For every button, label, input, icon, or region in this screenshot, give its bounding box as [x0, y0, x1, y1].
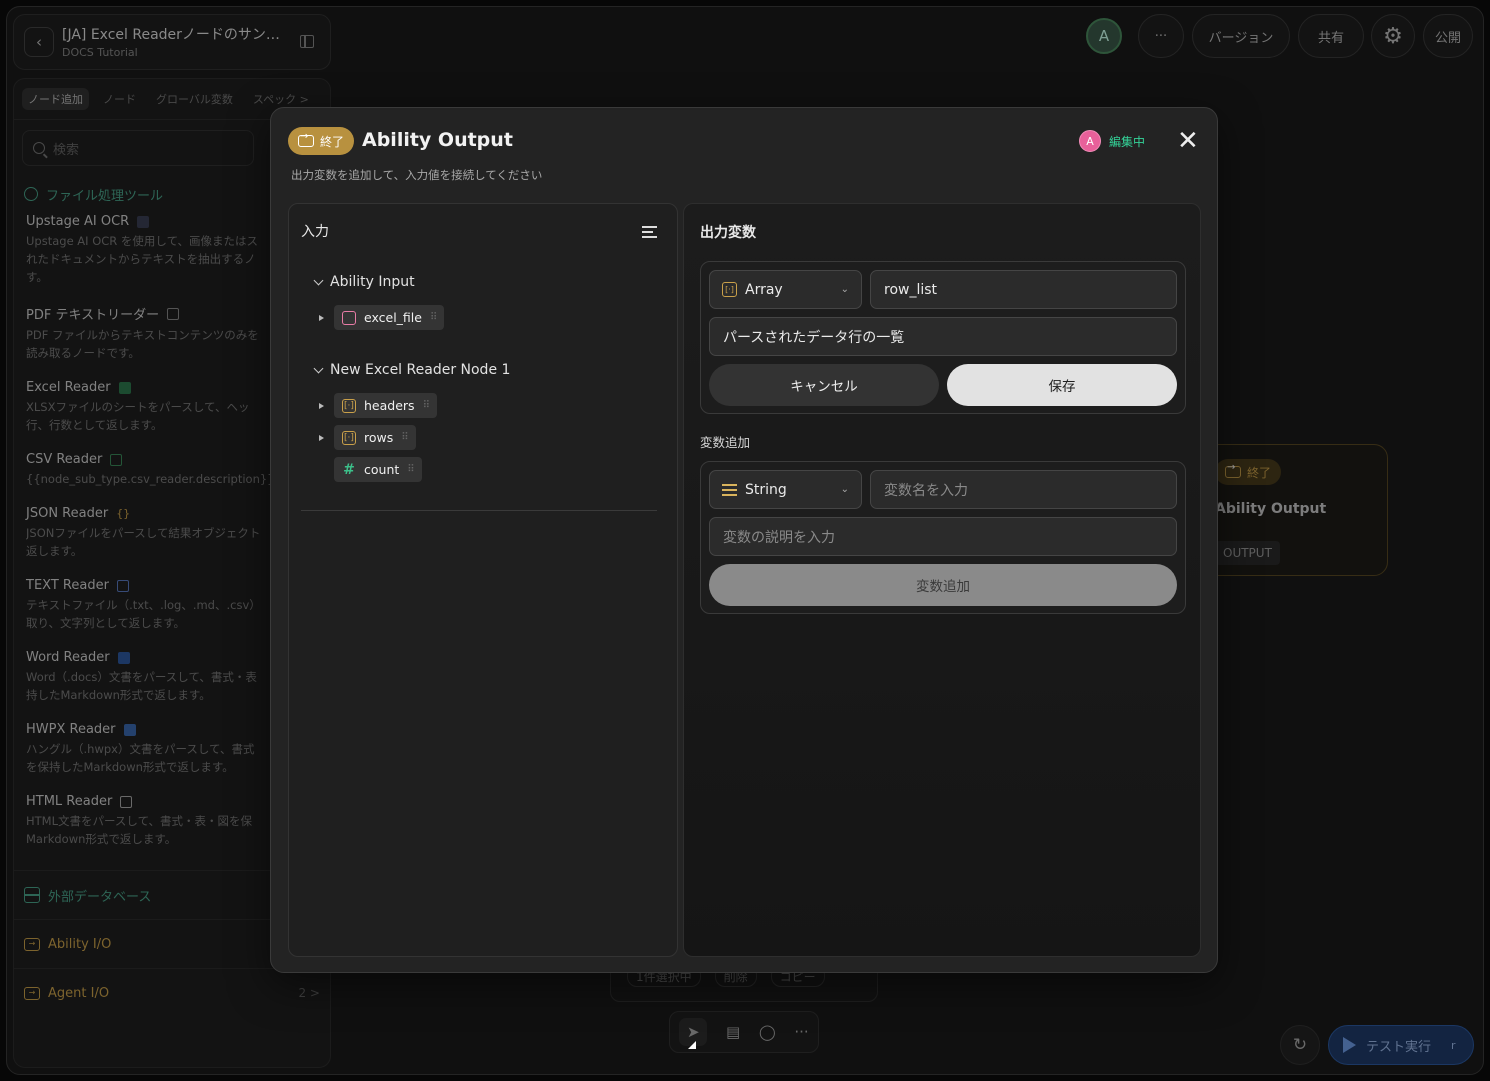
- editing-indicator: A 編集中: [1079, 130, 1145, 152]
- caret-right-icon[interactable]: [319, 402, 324, 409]
- var-name: headers: [364, 398, 415, 413]
- file-icon: [342, 310, 356, 325]
- output-panel-title: 出力変数: [700, 225, 756, 241]
- close-button[interactable]: ✕: [1177, 128, 1199, 154]
- drag-handle-icon[interactable]: ⠿: [407, 464, 414, 475]
- chevron-down-icon: [313, 363, 324, 373]
- add-variable-button[interactable]: 変数追加: [709, 564, 1177, 606]
- new-var-description-input[interactable]: 変数の説明を入力: [709, 517, 1177, 556]
- var-chip[interactable]: [·] rows ⠿: [334, 425, 416, 450]
- type-value: String: [745, 481, 787, 498]
- chevron-down-icon: [313, 275, 324, 285]
- group-name: New Excel Reader Node 1: [330, 362, 511, 378]
- group-name: Ability Input: [330, 274, 415, 290]
- text-lines-icon: [722, 483, 737, 496]
- add-var-card: String ⌄ 変数名を入力 変数の説明を入力 変数追加: [700, 461, 1186, 614]
- exit-icon: [298, 131, 314, 147]
- add-var-section-label: 変数追加: [700, 435, 751, 450]
- array-icon: [·]: [342, 430, 356, 445]
- type-select[interactable]: String ⌄: [709, 470, 862, 509]
- input-group-excel-reader[interactable]: New Excel Reader Node 1: [313, 362, 511, 378]
- var-chip[interactable]: [·] headers ⠿: [334, 393, 437, 418]
- type-value: Array: [745, 281, 783, 298]
- input-var-row[interactable]: [·] headers ⠿: [319, 393, 437, 418]
- list-icon[interactable]: [642, 226, 657, 239]
- var-chip[interactable]: excel_file ⠿: [334, 305, 445, 330]
- var-name: rows: [364, 430, 394, 445]
- output-var-edit-card: [·] Array ⌄ row_list パースされたデータ行の一覧 キャンセル…: [700, 261, 1186, 414]
- resize-handle[interactable]: [688, 1041, 696, 1049]
- save-button[interactable]: 保存: [947, 364, 1177, 406]
- chevron-down-icon: ⌄: [840, 484, 849, 495]
- input-group-ability-input[interactable]: Ability Input: [313, 274, 415, 290]
- editor-avatar: A: [1079, 130, 1101, 152]
- var-name-input[interactable]: row_list: [870, 270, 1177, 309]
- var-name: count: [364, 462, 400, 477]
- input-var-row[interactable]: excel_file ⠿: [319, 305, 445, 330]
- array-icon: [·]: [722, 282, 737, 297]
- var-name: excel_file: [364, 310, 422, 325]
- badge-label: 終了: [320, 134, 345, 149]
- node-type-badge: 終了: [288, 127, 355, 155]
- chevron-down-icon: ⌄: [840, 284, 849, 295]
- input-panel-title: 入力: [301, 224, 329, 240]
- editing-status: 編集中: [1109, 134, 1146, 149]
- input-panel: 入力 Ability Input excel_file ⠿ New Excel …: [288, 203, 696, 1049]
- output-panel: 出力変数 [·] Array ⌄ row_list パースされたデータ行の一覧 …: [683, 203, 1201, 957]
- var-description-input[interactable]: パースされたデータ行の一覧: [709, 317, 1177, 356]
- drag-handle-icon[interactable]: ⠿: [401, 432, 408, 443]
- ability-output-modal: 終了 Ability Output 出力変数を追加して、入力値を接続してください…: [270, 107, 1218, 1049]
- drag-handle-icon[interactable]: ⠿: [430, 312, 437, 323]
- caret-right-icon[interactable]: [319, 434, 324, 441]
- divider: [301, 510, 657, 511]
- cancel-button[interactable]: キャンセル: [709, 364, 939, 406]
- array-icon: [·]: [342, 398, 356, 413]
- modal-title: Ability Output: [362, 129, 513, 151]
- input-var-row[interactable]: [·] rows ⠿: [319, 425, 416, 450]
- type-select[interactable]: [·] Array ⌄: [709, 270, 862, 309]
- modal-subtitle: 出力変数を追加して、入力値を接続してください: [291, 168, 543, 182]
- var-chip[interactable]: # count ⠿: [334, 457, 422, 482]
- hash-icon: #: [343, 461, 355, 478]
- new-var-name-input[interactable]: 変数名を入力: [870, 470, 1177, 509]
- input-var-row[interactable]: # count ⠿: [319, 457, 422, 482]
- drag-handle-icon[interactable]: ⠿: [423, 400, 430, 411]
- caret-right-icon[interactable]: [319, 314, 324, 321]
- close-icon: ✕: [1177, 126, 1199, 156]
